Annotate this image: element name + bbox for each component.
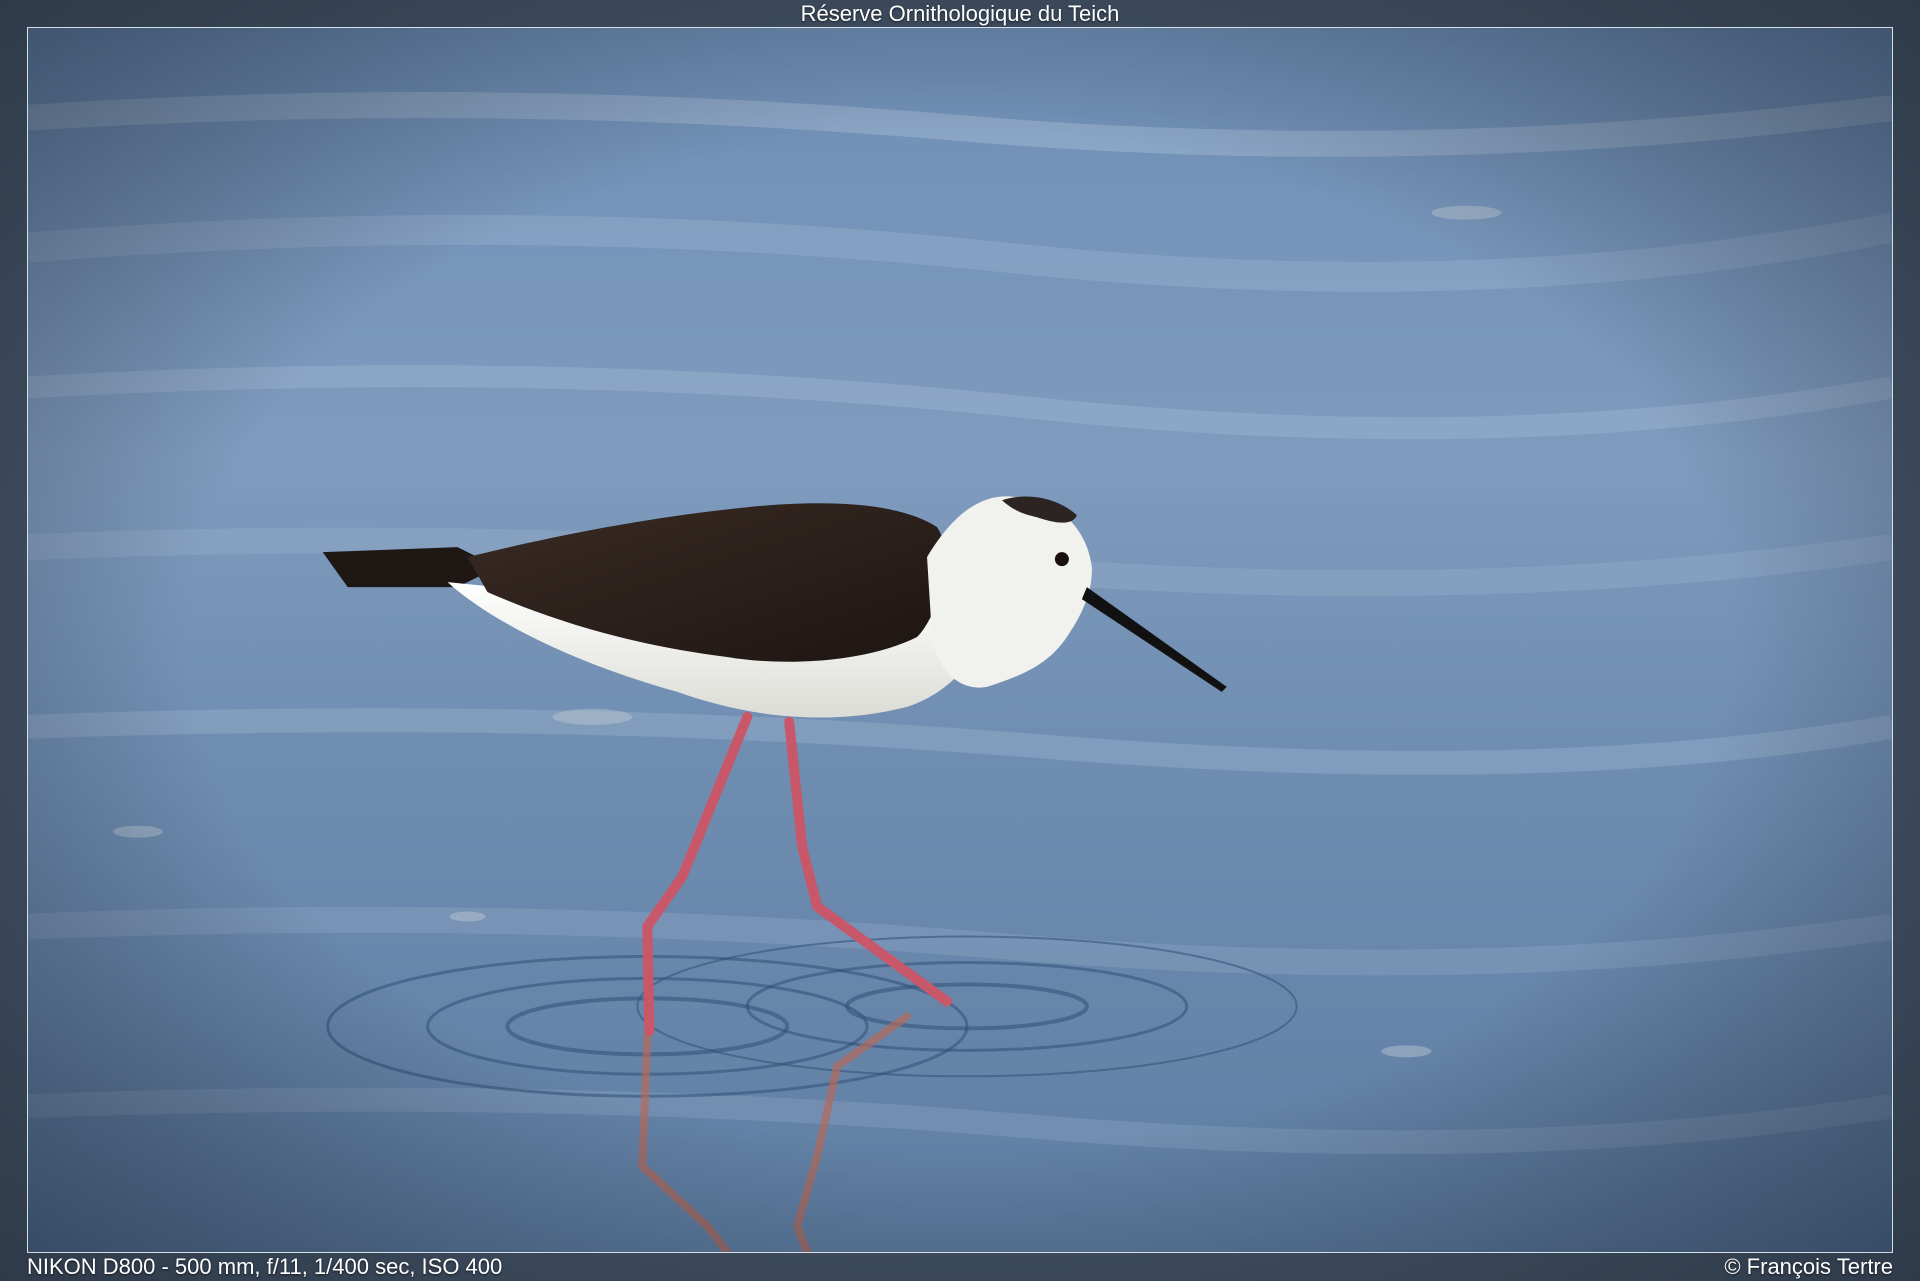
photo-credit: © François Tertre (1724, 1254, 1893, 1279)
photo-exif: NIKON D800 - 500 mm, f/11, 1/400 sec, IS… (27, 1254, 503, 1279)
photo-vignette (28, 28, 1892, 1252)
photo-title: Réserve Ornithologique du Teich (800, 1, 1120, 26)
bird-in-water-illustration (28, 28, 1892, 1252)
photo-image (27, 27, 1893, 1253)
